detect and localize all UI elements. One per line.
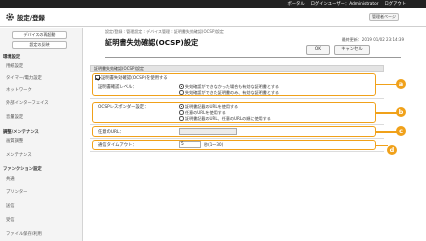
row-divider (90, 138, 384, 139)
callout-badge-b: b (396, 107, 406, 117)
sidebar-item-network[interactable]: ネットワーク (6, 87, 32, 93)
title-divider (105, 57, 401, 58)
callout-badge-d: d (387, 145, 397, 155)
last-updated-text: 最終更新：2019 01/02 23:14:39 (341, 37, 404, 42)
callout-box-c (92, 126, 376, 137)
cancel-button[interactable]: キャンセル (334, 45, 370, 55)
callout-connector-c (376, 131, 397, 133)
breadcrumb: 設定/登録 : 管理設定 : デバイス管理 : 証明書失効確認(OCSP)設定 (105, 29, 224, 34)
sidebar-item-volume[interactable]: 音量設定 (6, 114, 23, 120)
main-content: 設定/登録 : 管理設定 : デバイス管理 : 証明書失効確認(OCSP)設定 … (84, 28, 426, 241)
callout-badge-a: a (396, 79, 406, 89)
sidebar-item-paper[interactable]: 用紙設定 (6, 63, 23, 69)
callout-badge-c: c (396, 126, 406, 136)
callout-box-d (92, 140, 376, 150)
sidebar-item-timer-power[interactable]: タイマー/電力設定 (6, 75, 42, 81)
sidebar-section-function: ファンクション設定 (3, 167, 42, 172)
settings-gear-icon (6, 13, 14, 21)
login-user-text: ログインユーザー：Administrator (310, 2, 379, 7)
ok-button[interactable]: OK (306, 45, 330, 55)
sidebar-item-maintenance[interactable]: メンテナンス (6, 152, 32, 158)
callout-box-a (92, 73, 376, 96)
top-bar: ポータル ログインユーザー：Administrator ログアウト (0, 0, 426, 8)
sidebar-item-common[interactable]: 共通 (6, 176, 15, 182)
sidebar-item-printer[interactable]: プリンター (6, 189, 27, 195)
callout-connector-a (376, 83, 397, 86)
app-header: 設定/登録 管理者ページ (0, 8, 426, 27)
page-title: 証明書失効確認(OCSP)設定 (105, 38, 199, 47)
logout-link[interactable]: ログアウト (385, 1, 406, 7)
callout-box-b (92, 102, 376, 123)
row-divider (90, 151, 384, 152)
portal-link[interactable]: ポータル (287, 1, 304, 7)
callout-connector-b (376, 112, 397, 114)
sidebar: デバイスの再起動 設定の反映 環境設定 用紙設定 タイマー/電力設定 ネットワー… (0, 28, 83, 241)
sidebar-item-external-interface[interactable]: 外部インターフェイス (6, 100, 49, 106)
sidebar-item-send[interactable]: 送信 (6, 203, 15, 209)
sidebar-section-adjustment: 調整/メンテナンス (3, 130, 39, 135)
sidebar-section-environment: 環境設定 (3, 55, 21, 60)
app-title: 設定/登録 (17, 13, 45, 22)
section-header: 証明書失効確認(OCSP)設定 (90, 65, 384, 72)
apply-settings-button[interactable]: 設定の反映 (12, 41, 67, 49)
top-bar-links: ポータル ログインユーザー：Administrator ログアウト (287, 1, 406, 7)
sidebar-item-file-store[interactable]: ファイル保存/利用 (6, 231, 42, 237)
row-divider (90, 98, 384, 99)
row-divider (90, 124, 384, 125)
sidebar-item-image-quality[interactable]: 画質調整 (6, 138, 23, 144)
callout-connector-d (376, 144, 388, 147)
admin-page-button[interactable]: 管理者ページ (369, 12, 399, 21)
sidebar-item-receive[interactable]: 受信 (6, 217, 15, 223)
device-restart-button[interactable]: デバイスの再起動 (12, 31, 67, 39)
